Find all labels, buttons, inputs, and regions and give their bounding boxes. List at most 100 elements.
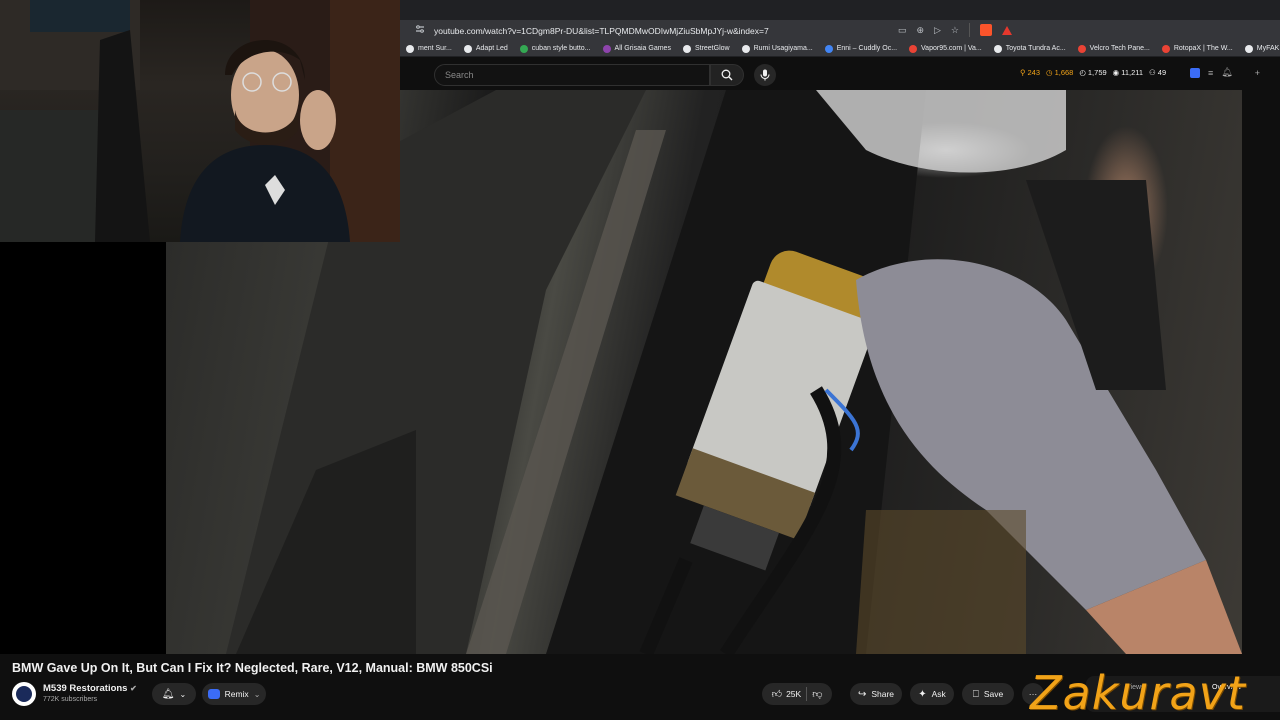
like-dislike-group: 👍︎ 25K 👎︎ bbox=[762, 683, 832, 705]
bookmark-favicon-icon bbox=[824, 44, 833, 53]
stat-value: 243 bbox=[1027, 68, 1041, 77]
bookmark-label: All Grisaia Games bbox=[614, 45, 671, 52]
channel-avatar[interactable] bbox=[12, 682, 36, 706]
bookmark-label: MyFAK - B bbox=[1256, 45, 1280, 52]
like-count: 25K bbox=[786, 689, 802, 699]
stat-value: 1,668 bbox=[1054, 68, 1074, 77]
bookmark-favicon-icon bbox=[463, 44, 472, 53]
remix-icon bbox=[207, 689, 220, 699]
stat-item: ⚇ 49 bbox=[1149, 68, 1166, 77]
bookmark-favicon-icon bbox=[741, 44, 750, 53]
stat-item: ⚲ 243 bbox=[1020, 68, 1040, 77]
extension-stats: ⚲ 243 ◷ 1,668 ◴ 1,759 ◉ 11,211 ⚇ 49 bbox=[1020, 68, 1166, 77]
bookmark-favicon-icon bbox=[682, 44, 691, 53]
dislike-button[interactable]: 👎︎ bbox=[812, 688, 822, 700]
like-button[interactable]: 👍︎ 25K bbox=[772, 688, 802, 700]
bookmark-item[interactable]: All Grisaia Games bbox=[597, 44, 677, 53]
bookmark-item[interactable]: cuban style butto... bbox=[514, 44, 597, 53]
bookmark-favicon-icon bbox=[602, 44, 611, 53]
ask-label: Ask bbox=[931, 689, 946, 699]
bookmark-item[interactable]: Velcro Tech Pane... bbox=[1072, 44, 1156, 53]
send-icon[interactable]: ▷ bbox=[934, 25, 941, 36]
stat-item: ◉ 11,211 bbox=[1113, 68, 1143, 77]
star-icon[interactable]: ☆ bbox=[951, 25, 959, 36]
remix-button[interactable]: Remix ⌄ bbox=[202, 683, 266, 705]
bookmark-label: StreetGlow bbox=[694, 45, 730, 52]
url-text[interactable]: youtube.com/watch?v=1CDgm8Pr-DU&list=TLP… bbox=[434, 26, 769, 36]
extension-badge-icon[interactable] bbox=[1190, 67, 1200, 78]
player-letterbox-left bbox=[0, 242, 166, 654]
share-button[interactable]: ↪ Share bbox=[850, 683, 902, 705]
brave-shield-icon[interactable] bbox=[980, 24, 992, 36]
channel-name[interactable]: M539 Restorations ✔ bbox=[43, 683, 137, 694]
bookmark-label: Velcro Tech Pane... bbox=[1089, 45, 1150, 52]
bookmark-item[interactable]: ment Sur... bbox=[400, 44, 458, 53]
bookmark-favicon-icon bbox=[993, 44, 1002, 53]
bookmark-label: Vapor95.com | Va... bbox=[921, 45, 982, 52]
bookmark-item[interactable]: MyFAK - B bbox=[1239, 44, 1280, 53]
user-icon: ⚇ bbox=[1149, 68, 1156, 77]
bookmark-item[interactable]: Vapor95.com | Va... bbox=[903, 44, 988, 53]
bookmark-item[interactable]: StreetGlow bbox=[677, 44, 736, 53]
bookmark-label: Adapt Led bbox=[475, 45, 508, 52]
bookmark-label: RotopaX | The W... bbox=[1173, 45, 1233, 52]
search-input[interactable]: Search bbox=[434, 64, 710, 86]
bookmark-item[interactable]: Toyota Tundra Ac... bbox=[988, 44, 1072, 53]
bookmark-item[interactable]: Adapt Led bbox=[458, 44, 514, 53]
brave-rewards-icon[interactable] bbox=[1002, 25, 1012, 35]
browser-address-bar[interactable]: youtube.com/watch?v=1CDgm8Pr-DU&list=TLP… bbox=[400, 20, 1280, 41]
streamer-watermark: Zakuravt bbox=[1030, 666, 1246, 720]
bookmark-label: ment Sur... bbox=[418, 45, 452, 52]
stat-value: 11,211 bbox=[1121, 68, 1144, 77]
browser-tab-strip bbox=[400, 0, 1280, 20]
sparkle-icon: ✦ bbox=[918, 688, 927, 700]
chevron-down-icon: ⌄ bbox=[179, 689, 187, 699]
verified-icon: ✔ bbox=[130, 684, 137, 693]
bell-icon: 🔔︎ bbox=[161, 688, 175, 700]
share-label: Share bbox=[871, 689, 895, 699]
youtube-header: Search ⚲ 243 ◷ 1,668 ◴ 1,759 ◉ 11,211 ⚇ 49 ≡ 🔔︎ + bbox=[400, 58, 1280, 90]
thumbs-up-icon: 👍︎ bbox=[771, 689, 783, 700]
search-button[interactable] bbox=[710, 64, 744, 86]
webcam-overlay bbox=[0, 0, 400, 242]
site-settings-icon[interactable] bbox=[412, 23, 428, 39]
channel-name-text[interactable]: M539 Restorations bbox=[43, 683, 127, 694]
ask-button[interactable]: ✦ Ask bbox=[910, 683, 954, 705]
voice-search-button[interactable] bbox=[754, 64, 776, 86]
menu-lines-icon[interactable]: ≡ bbox=[1208, 68, 1213, 78]
video-title: BMW Gave Up On It, But Can I Fix It? Neg… bbox=[12, 661, 493, 675]
bookmark-icon: ⎕ bbox=[972, 688, 979, 700]
history-icon: ◴ bbox=[1079, 68, 1086, 77]
clock-icon: ◷ bbox=[1046, 68, 1053, 77]
stat-item: ◴ 1,759 bbox=[1079, 68, 1106, 77]
cast-icon[interactable]: ▭ bbox=[898, 25, 907, 36]
remix-label: Remix bbox=[224, 689, 249, 699]
subscribed-notifications-button[interactable]: 🔔︎ ⌄ bbox=[152, 683, 196, 705]
bookmark-label: Rumi Usagiyama... bbox=[753, 45, 813, 52]
save-label: Save bbox=[983, 689, 1004, 699]
stat-value: 49 bbox=[1157, 68, 1167, 77]
eye-icon: ◉ bbox=[1112, 68, 1120, 77]
bookmark-item[interactable]: Enni – Cuddly Oc... bbox=[819, 44, 903, 53]
notifications-icon[interactable]: 🔔︎ bbox=[1221, 67, 1232, 78]
webcam-frame bbox=[0, 0, 400, 242]
create-icon[interactable]: + bbox=[1255, 68, 1260, 78]
toolbar-divider bbox=[969, 23, 970, 37]
bookmarks-bar: ment Sur... Adapt Led cuban style butto...… bbox=[400, 41, 1280, 57]
bookmark-item[interactable]: Rumi Usagiyama... bbox=[736, 44, 819, 53]
person-icon: ⚲ bbox=[1020, 68, 1026, 77]
subscriber-count: 772K subscribers bbox=[43, 696, 98, 703]
bookmark-favicon-icon bbox=[406, 44, 414, 53]
stat-item: ◷ 1,668 bbox=[1046, 68, 1073, 77]
search-icon bbox=[721, 69, 733, 81]
bookmark-item[interactable]: RotopaX | The W... bbox=[1156, 44, 1239, 53]
bookmark-label: Enni – Cuddly Oc... bbox=[836, 45, 898, 52]
bookmark-favicon-icon bbox=[519, 44, 528, 53]
save-button[interactable]: ⎕ Save bbox=[962, 683, 1014, 705]
bookmark-favicon-icon bbox=[1244, 44, 1253, 53]
player-letterbox-right bbox=[1242, 90, 1280, 654]
share-icon: ↪ bbox=[857, 688, 867, 700]
bookmark-label: Toyota Tundra Ac... bbox=[1005, 45, 1066, 52]
search-placeholder: Search bbox=[445, 70, 474, 80]
zoom-icon[interactable]: ⊕ bbox=[916, 25, 924, 36]
